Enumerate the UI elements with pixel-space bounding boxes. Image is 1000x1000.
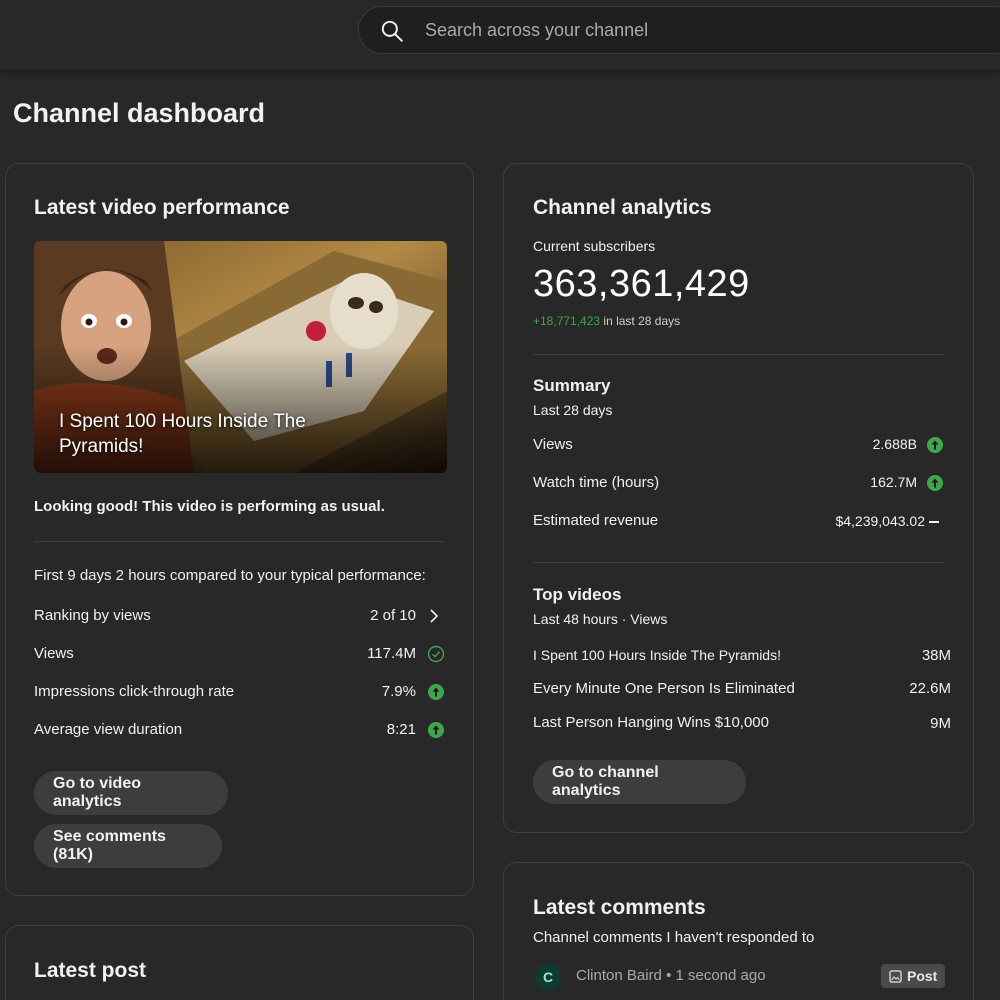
top-video-title[interactable]: Last Person Hanging Wins $10,000 bbox=[533, 714, 769, 731]
check-circle-icon bbox=[427, 645, 445, 663]
subscribers-change-period: in last 28 days bbox=[603, 314, 681, 328]
divider bbox=[533, 354, 944, 355]
search-box[interactable] bbox=[358, 6, 1000, 54]
metric-value: 2 of 10 bbox=[370, 607, 416, 624]
channel-analytics-card: Channel analytics Current subscribers 36… bbox=[503, 163, 974, 833]
post-badge-label: Post bbox=[907, 968, 938, 984]
summary-label: Watch time (hours) bbox=[533, 474, 660, 491]
card-title: Latest video performance bbox=[34, 196, 290, 219]
card-title: Latest post bbox=[34, 959, 147, 982]
summary-title: Summary bbox=[533, 376, 611, 395]
summary-value: $4,239,043.02 bbox=[835, 513, 925, 529]
see-comments-button[interactable]: See comments (81K) bbox=[34, 824, 222, 868]
comment-author[interactable]: Clinton Baird bbox=[576, 967, 662, 984]
top-video-title[interactable]: Every Minute One Person Is Eliminated bbox=[533, 680, 795, 697]
page-title: Channel dashboard bbox=[13, 98, 266, 128]
comments-subtitle: Channel comments I haven't responded to bbox=[533, 929, 815, 946]
channel-analytics-button[interactable]: Go to channel analytics bbox=[533, 760, 746, 804]
top-videos-period: Last 48 hours · Views bbox=[533, 611, 668, 627]
avatar[interactable]: C bbox=[535, 964, 561, 990]
card-title: Channel analytics bbox=[533, 196, 712, 219]
latest-comments-card: Latest comments Channel comments I haven… bbox=[503, 862, 974, 1000]
metric-label: Views bbox=[34, 645, 74, 662]
search-input[interactable] bbox=[425, 17, 925, 43]
summary-label: Estimated revenue bbox=[533, 512, 659, 529]
summary-value: 162.7M bbox=[870, 474, 917, 490]
top-video-views: 38M bbox=[921, 647, 951, 664]
metric-label: Impressions click-through rate bbox=[34, 683, 235, 700]
subscribers-change: +18,771,423 in last 28 days bbox=[533, 314, 680, 328]
top-video-views: 9M bbox=[930, 715, 951, 732]
dash-icon bbox=[929, 521, 939, 523]
divider bbox=[34, 541, 444, 542]
arrow-up-circle-icon bbox=[428, 684, 444, 700]
chevron-right-icon[interactable] bbox=[426, 608, 442, 624]
top-videos-title: Top videos bbox=[533, 585, 622, 604]
metric-value: 7.9% bbox=[381, 683, 416, 700]
image-icon bbox=[889, 970, 902, 983]
summary-value: 2.688B bbox=[872, 436, 917, 452]
arrow-up-circle-icon bbox=[927, 437, 943, 453]
top-video-title[interactable]: I Spent 100 Hours Inside The Pyramids! bbox=[533, 647, 781, 663]
metric-value: 8:21 bbox=[386, 721, 416, 738]
latest-video-card: Latest video performance I Spent 100 Hou… bbox=[5, 163, 474, 896]
subscribers-change-value: +18,771,423 bbox=[533, 314, 601, 328]
subscribers-label: Current subscribers bbox=[533, 238, 656, 254]
thumbnail-title: I Spent 100 Hours Inside The Pyramids! bbox=[59, 411, 306, 457]
subscriber-count: 363,361,429 bbox=[533, 263, 750, 305]
performance-message: Looking good! This video is performing a… bbox=[34, 498, 385, 515]
comparison-note: First 9 days 2 hours compared to your ty… bbox=[34, 567, 426, 584]
search-icon[interactable] bbox=[379, 18, 405, 44]
card-title: Latest comments bbox=[533, 896, 706, 919]
video-thumbnail[interactable]: I Spent 100 Hours Inside The Pyramids! bbox=[34, 241, 447, 473]
post-badge[interactable]: Post bbox=[881, 964, 946, 988]
latest-post-card: Latest post bbox=[5, 925, 474, 1000]
video-analytics-button[interactable]: Go to video analytics bbox=[34, 771, 228, 815]
divider bbox=[533, 562, 944, 563]
metric-value: 117.4M bbox=[367, 645, 416, 662]
top-bar bbox=[0, 0, 1000, 70]
summary-label: Views bbox=[533, 436, 573, 453]
comment-meta: Clinton Baird • 1 second ago bbox=[576, 967, 766, 984]
top-video-views: 22.6M bbox=[909, 680, 951, 697]
comment-time: 1 second ago bbox=[675, 967, 766, 984]
metric-label: Ranking by views bbox=[34, 607, 151, 624]
arrow-up-circle-icon bbox=[927, 475, 943, 491]
summary-period: Last 28 days bbox=[533, 402, 613, 418]
metric-label: Average view duration bbox=[34, 721, 183, 738]
arrow-up-circle-icon bbox=[428, 722, 444, 738]
